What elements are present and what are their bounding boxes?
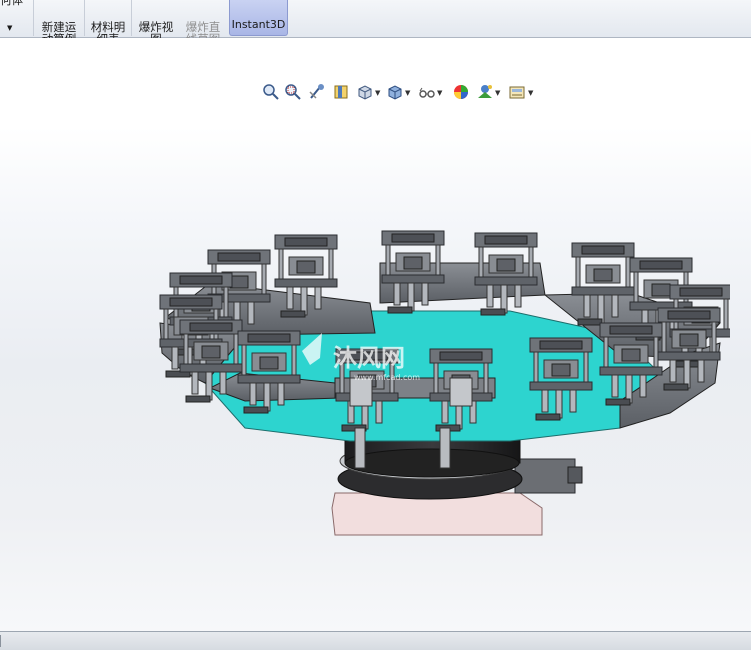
chevron-down-icon[interactable]: ▼ (405, 89, 410, 97)
new-motion-study-button[interactable]: 新建运 动算例 (39, 0, 79, 45)
bottom-status-bar (0, 631, 751, 650)
previous-view-icon[interactable] (308, 83, 326, 101)
watermark-text: 沐风网 (333, 344, 405, 372)
chevron-down-icon[interactable]: ▼ (7, 22, 12, 34)
chevron-down-icon[interactable]: ▼ (495, 89, 500, 97)
view-orientation-icon[interactable] (356, 83, 374, 101)
command-manager-ribbon: 何体 ▼ 新建运 动算例 材料明 细表 爆炸视 图 爆炸直 线草图 Instan… (0, 0, 751, 45)
bill-of-materials-button[interactable]: 材料明 细表 (89, 0, 127, 45)
ribbon-separator (131, 0, 132, 36)
hide-show-items-icon[interactable] (418, 83, 436, 101)
display-style-icon[interactable] (386, 83, 404, 101)
ribbon-separator (84, 0, 85, 36)
instant3d-label: Instant3D (231, 18, 286, 31)
status-divider (0, 635, 1, 647)
watermark-url: www.mfcad.com (354, 373, 420, 382)
edit-appearance-icon[interactable] (452, 83, 470, 101)
chevron-down-icon[interactable]: ▼ (437, 89, 442, 97)
graphics-viewport[interactable]: ▼ ▼ ▼ ▼ ▼ 沐风网 www.mfcad.com (0, 38, 751, 631)
zoom-to-area-icon[interactable] (284, 83, 302, 101)
ribbon-separator (33, 0, 34, 36)
instant3d-button[interactable]: Instant3D (229, 0, 288, 36)
section-view-icon[interactable] (332, 83, 350, 101)
explode-line-sketch-button[interactable]: 爆炸直 线草图 (183, 0, 223, 45)
chevron-down-icon[interactable]: ▼ (528, 89, 533, 97)
ribbon-cut-label: 何体 (0, 0, 23, 7)
rotary-assembly-model[interactable]: 沐风网 www.mfcad.com (150, 223, 730, 553)
apply-scene-icon[interactable] (476, 83, 494, 101)
exploded-view-button[interactable]: 爆炸视 图 (136, 0, 176, 45)
ribbon-cut-button[interactable]: 何体 ▼ (0, 0, 26, 36)
chevron-down-icon[interactable]: ▼ (375, 89, 380, 97)
zoom-to-fit-icon[interactable] (262, 83, 280, 101)
view-settings-icon[interactable] (508, 83, 526, 101)
